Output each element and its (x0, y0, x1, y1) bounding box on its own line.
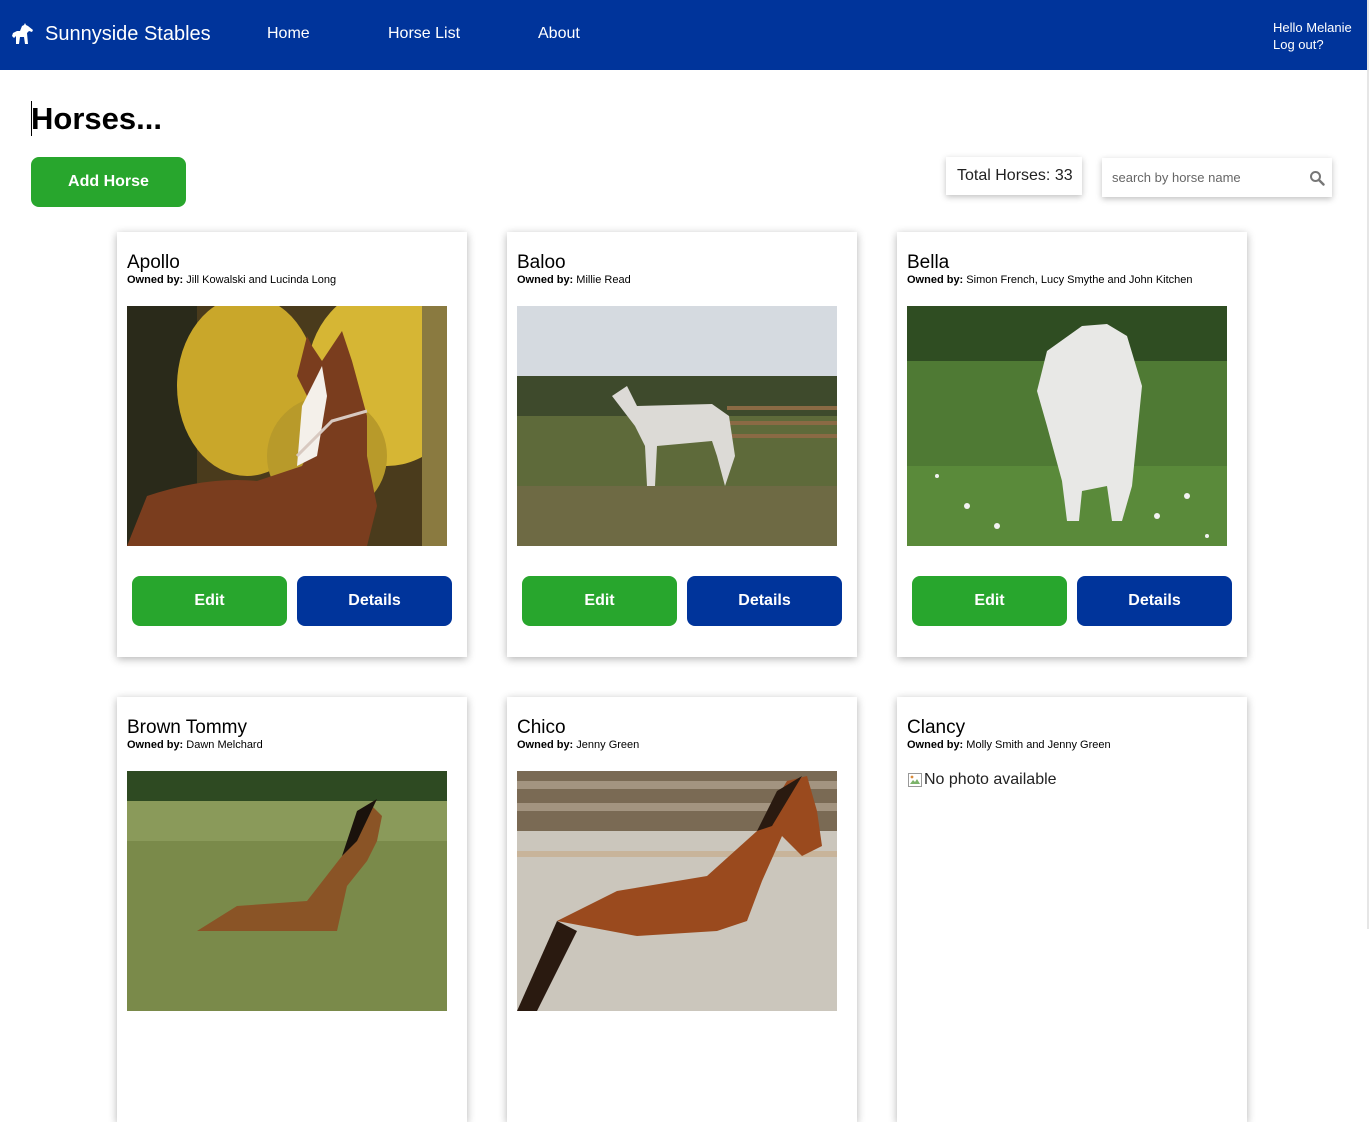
owner-names: Jenny Green (576, 739, 640, 751)
horse-name: Apollo (127, 252, 180, 273)
brand[interactable]: Sunnyside Stables (11, 22, 211, 46)
top-navbar: Sunnyside Stables Home Horse List About … (0, 0, 1367, 70)
horse-photo (517, 771, 837, 1011)
user-menu: Hello Melanie Log out? (1273, 19, 1352, 53)
horse-card-clancy: Clancy Owned by: Molly Smith and Jenny G… (897, 697, 1247, 1122)
add-horse-button[interactable]: Add Horse (31, 157, 186, 207)
horse-photo (907, 306, 1227, 546)
horse-owners: Owned by: Simon French, Lucy Smythe and … (907, 274, 1193, 287)
horse-owners: Owned by: Dawn Melchard (127, 739, 263, 752)
horse-photo (517, 306, 837, 546)
page-title: Horses... (31, 101, 162, 136)
horse-card-chico: Chico Owned by: Jenny Green (507, 697, 857, 1122)
owned-by-label: Owned by: (907, 274, 964, 286)
owned-by-label: Owned by: (127, 739, 184, 751)
owner-names: Jill Kowalski and Lucinda Long (186, 274, 337, 286)
missing-photo-alt-text: No photo available (924, 771, 1057, 788)
details-button[interactable]: Details (687, 576, 842, 626)
search-bar (1102, 158, 1332, 197)
nav-link-home[interactable]: Home (267, 25, 310, 43)
horse-icon (12, 23, 33, 44)
logout-link[interactable]: Log out? (1273, 36, 1352, 53)
owner-names: Millie Read (576, 274, 631, 286)
horse-owners: Owned by: Molly Smith and Jenny Green (907, 739, 1111, 752)
horse-name: Brown Tommy (127, 717, 248, 738)
edit-button[interactable]: Edit (522, 576, 677, 626)
details-button[interactable]: Details (1077, 576, 1232, 626)
owner-names: Simon French, Lucy Smythe and John Kitch… (966, 274, 1193, 286)
horse-card-apollo: Apollo Owned by: Jill Kowalski and Lucin… (117, 232, 467, 657)
owned-by-label: Owned by: (517, 739, 574, 751)
horse-name: Baloo (517, 252, 566, 273)
total-horses-badge: Total Horses: 33 (946, 157, 1082, 195)
owned-by-label: Owned by: (127, 274, 184, 286)
brand-name: Sunnyside Stables (45, 23, 211, 45)
horse-name: Bella (907, 252, 950, 273)
owner-names: Dawn Melchard (186, 739, 263, 751)
owned-by-label: Owned by: (907, 739, 964, 751)
edit-button[interactable]: Edit (912, 576, 1067, 626)
broken-image-icon (908, 773, 922, 787)
search-icon[interactable] (1309, 170, 1325, 186)
owned-by-label: Owned by: (517, 274, 574, 286)
edit-button[interactable]: Edit (132, 576, 287, 626)
horse-name: Clancy (907, 717, 966, 738)
horse-card-baloo: Baloo Owned by: Millie Read Edit Details (507, 232, 857, 657)
user-greeting: Hello Melanie (1273, 20, 1352, 35)
horse-owners: Owned by: Millie Read (517, 274, 631, 287)
horse-name: Chico (517, 717, 566, 738)
missing-photo: No photo available (907, 771, 1057, 789)
horse-owners: Owned by: Jenny Green (517, 739, 639, 752)
horse-owners: Owned by: Jill Kowalski and Lucinda Long (127, 274, 336, 287)
details-button[interactable]: Details (297, 576, 452, 626)
nav-link-horse-list[interactable]: Horse List (388, 25, 460, 43)
horse-photo (127, 306, 447, 546)
horse-photo (127, 771, 447, 1011)
horse-card-bella: Bella Owned by: Simon French, Lucy Smyth… (897, 232, 1247, 657)
owner-names: Molly Smith and Jenny Green (966, 739, 1111, 751)
nav-link-about[interactable]: About (538, 25, 580, 43)
horse-card-brown-tommy: Brown Tommy Owned by: Dawn Melchard (117, 697, 467, 1122)
search-input[interactable] (1102, 158, 1302, 197)
